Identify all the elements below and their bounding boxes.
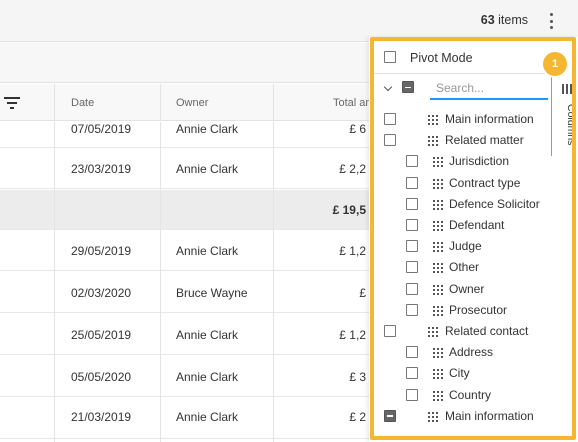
group-total-amount: £ 19,5 (332, 203, 366, 217)
drag-grip-icon[interactable] (428, 115, 438, 125)
column-tree-label: Defendant (449, 218, 505, 232)
column-tree-label: Owner (449, 281, 485, 296)
cell-amount: £ 3 (349, 370, 366, 384)
filter-icon[interactable] (4, 97, 20, 109)
column-divider[interactable] (273, 84, 274, 121)
select-all-columns-checkbox[interactable] (402, 81, 414, 93)
column-checkbox[interactable] (384, 113, 396, 125)
drag-grip-icon[interactable] (428, 327, 438, 337)
top-toolbar: 63 items (0, 0, 578, 42)
column-checkbox[interactable] (406, 197, 418, 210)
cell-amount: £ 1,2 (339, 244, 366, 258)
column-checkbox[interactable] (406, 240, 418, 253)
column-checkbox[interactable] (406, 388, 418, 401)
column-checkbox[interactable] (406, 303, 418, 316)
panel-divider (374, 73, 550, 74)
cell-amount: £ 2 (349, 410, 366, 424)
cell-owner: Annie Clark (176, 410, 239, 424)
header-date[interactable]: Date (71, 97, 94, 109)
cell-date: 21/03/2019 (71, 410, 132, 424)
column-tree-label: Prosecutor (449, 302, 508, 317)
column-tree-label: Jurisdiction (449, 154, 510, 169)
drag-grip-icon[interactable] (433, 284, 443, 295)
column-tree-label: Contract type (449, 175, 521, 190)
cell-owner: Annie Clark (176, 162, 239, 176)
column-tree-label: Main information (445, 112, 534, 126)
columns-icon (562, 84, 572, 94)
column-checkbox[interactable] (384, 325, 396, 337)
drag-grip-icon[interactable] (433, 348, 443, 359)
column-tree-label: City (449, 366, 470, 381)
side-tab-divider (551, 74, 552, 156)
kebab-menu-icon[interactable] (546, 12, 556, 30)
column-checkbox[interactable] (406, 155, 418, 168)
column-tree-label: Address (449, 345, 494, 360)
cell-owner: Annie Clark (176, 122, 239, 136)
drag-grip-icon[interactable] (433, 305, 443, 316)
cell-owner: Annie Clark (176, 370, 239, 384)
header-owner[interactable]: Owner (176, 97, 208, 109)
column-checkbox[interactable] (406, 261, 418, 274)
cell-amount: £ 6 (349, 122, 366, 136)
cell-date: 07/05/2019 (71, 122, 132, 136)
drag-grip-icon[interactable] (428, 136, 438, 147)
column-checkbox[interactable] (406, 219, 418, 231)
drag-grip-icon[interactable] (433, 221, 443, 231)
column-checkbox[interactable] (384, 134, 396, 147)
items-count: 63 items (481, 13, 528, 27)
column-checkbox[interactable] (406, 346, 418, 359)
column-divider[interactable] (160, 84, 161, 121)
drag-grip-icon[interactable] (433, 157, 443, 168)
cell-amount: £ 2,2 (339, 162, 366, 176)
cell-date: 23/03/2019 (71, 162, 132, 176)
drag-grip-icon[interactable] (433, 263, 443, 274)
column-divider (54, 122, 55, 442)
column-tree-label: Country (449, 387, 492, 402)
column-divider (160, 122, 161, 442)
cell-amount: £ (359, 286, 366, 300)
cell-owner: Annie Clark (176, 244, 239, 258)
cell-amount: £ 1,2 (339, 328, 366, 342)
column-checkbox[interactable] (406, 176, 418, 189)
drag-grip-icon[interactable] (433, 369, 443, 380)
drag-grip-icon[interactable] (433, 390, 443, 401)
column-tree-label: Other (449, 260, 480, 275)
chevron-down-icon[interactable] (384, 84, 392, 92)
drag-grip-icon[interactable] (433, 178, 443, 189)
column-checkbox[interactable] (406, 282, 418, 295)
column-tree-label: Defence Solicitor (449, 196, 540, 211)
column-checkbox[interactable] (384, 409, 396, 422)
column-divider[interactable] (54, 84, 55, 121)
column-divider (273, 122, 274, 442)
pivot-mode-checkbox[interactable] (384, 51, 396, 63)
cell-date: 29/05/2019 (71, 244, 132, 258)
cell-date: 02/03/2020 (71, 286, 132, 300)
column-tree-label: Related matter (445, 133, 524, 148)
items-count-suffix: items (494, 13, 528, 27)
drag-grip-icon[interactable] (433, 242, 443, 253)
drag-grip-icon[interactable] (428, 411, 438, 422)
cell-owner: Annie Clark (176, 328, 239, 342)
column-tree-label: Judge (449, 239, 482, 254)
column-search-input[interactable] (430, 78, 548, 100)
column-tree-label: Related contact (445, 324, 529, 338)
cell-owner: Bruce Wayne (176, 286, 248, 300)
items-count-number: 63 (480, 13, 495, 27)
column-tree-label: Main information (445, 408, 534, 423)
columns-side-tab-label: Columns (565, 104, 577, 146)
step-badge: 1 (543, 52, 567, 76)
cell-date: 05/05/2020 (71, 370, 132, 384)
pivot-mode-label: Pivot Mode (410, 51, 473, 65)
drag-grip-icon[interactable] (433, 199, 443, 210)
cell-date: 25/05/2019 (71, 328, 132, 342)
column-checkbox[interactable] (406, 367, 418, 380)
